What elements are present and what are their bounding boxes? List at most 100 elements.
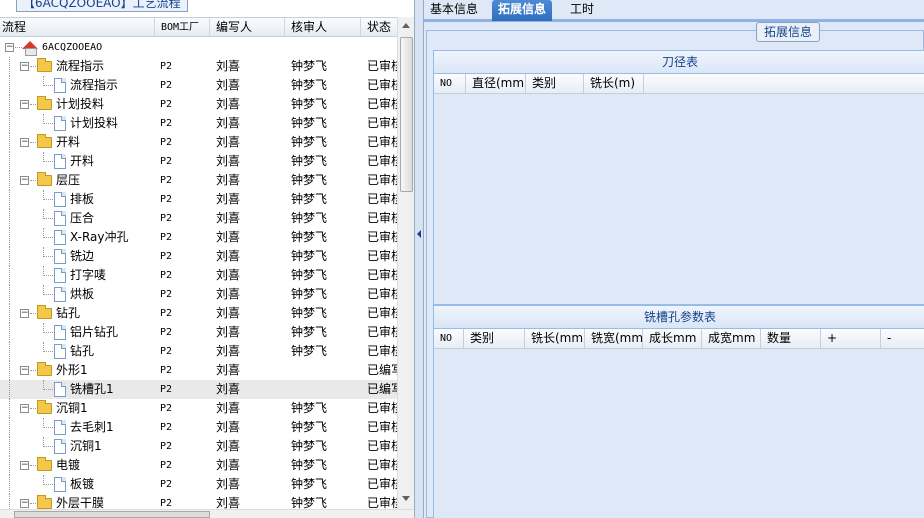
author-cell: 刘喜 [216,192,241,206]
tree-step-row[interactable]: 铣边 P2 刘喜 钟梦飞 已审核 [0,247,397,266]
tree-step-row[interactable]: 去毛刺1 P2 刘喜 钟梦飞 已审核 [0,418,397,437]
tree-node-label[interactable]: 铝片钻孔 [54,323,118,342]
collapse-icon[interactable]: − [20,100,29,109]
tree-node-label[interactable]: 板镀 [54,475,94,494]
slot-col-no[interactable]: NO [434,329,464,348]
tree-step-row[interactable]: X-Ray冲孔 P2 刘喜 钟梦飞 已审核 [0,228,397,247]
reviewer-cell: 钟梦飞 [291,420,328,434]
collapse-icon[interactable]: − [20,176,29,185]
tree-node-label[interactable]: 外形1 [37,361,88,380]
scroll-down-arrow-icon[interactable] [402,496,410,501]
reviewer-cell: 钟梦飞 [291,496,328,510]
col-header-author[interactable]: 编写人 [210,18,285,37]
slot-col-finish-length[interactable]: 成长mm [643,329,702,348]
collapse-icon[interactable]: − [20,62,29,71]
tree-node-label[interactable]: 计划投料 [37,95,104,114]
tree-step-row[interactable]: 铝片钻孔 P2 刘喜 钟梦飞 已审核 [0,323,397,342]
tree-node-label[interactable]: 钻孔 [37,304,80,323]
tree-step-row[interactable]: 钻孔 P2 刘喜 钟梦飞 已审核 [0,342,397,361]
col-header-status[interactable]: 状态 [361,18,397,37]
tree-step-row[interactable]: 计划投料 P2 刘喜 钟梦飞 已审核 [0,114,397,133]
author-cell: 刘喜 [216,249,241,263]
tab-basic-info[interactable]: 基本信息 [424,0,484,21]
slot-col-quantity[interactable]: 数量 [761,329,821,348]
collapse-icon[interactable]: − [20,366,29,375]
reviewer-cell: 钟梦飞 [291,78,328,92]
scroll-thumb[interactable] [400,37,413,192]
slot-col-category[interactable]: 类别 [464,329,525,348]
tree-node-label[interactable]: 开料 [54,152,94,171]
author-cell: 刘喜 [216,458,241,472]
tab-extended-info[interactable]: 拓展信息 [492,0,553,21]
tree-node-label[interactable]: X-Ray冲孔 [54,228,128,247]
tree-node-label[interactable]: 烘板 [54,285,94,304]
slot-col-finish-width[interactable]: 成宽mm [702,329,761,348]
pane-splitter[interactable] [415,0,424,518]
tree-node-label[interactable]: 去毛刺1 [54,418,114,437]
document-icon [54,344,66,359]
slot-col-mill-width[interactable]: 铣宽(mm) [585,329,643,348]
tree-folder-row[interactable]: − 外层干膜 P2 刘喜 钟梦飞 已审核 [0,494,397,510]
tree-node-label[interactable]: 外层干膜 [37,494,104,510]
collapse-icon[interactable]: − [20,499,29,508]
tree-node-label[interactable]: 层压 [37,171,80,190]
tree-node-label[interactable]: 沉铜1 [54,437,102,456]
tree-folder-row[interactable]: − 钻孔 P2 刘喜 钟梦飞 已审核 [0,304,397,323]
collapse-icon[interactable]: − [20,404,29,413]
tree-step-row[interactable]: 打字唛 P2 刘喜 钟梦飞 已审核 [0,266,397,285]
tree-node-label[interactable]: 流程指示 [37,57,104,76]
tree-folder-row[interactable]: − 开料 P2 刘喜 钟梦飞 已审核 [0,133,397,152]
tree-node-label[interactable]: 铣槽孔1 [54,380,114,399]
tree-step-row[interactable]: 开料 P2 刘喜 钟梦飞 已审核 [0,152,397,171]
tool-col-diameter[interactable]: 直径(mm) [466,74,526,93]
slot-remove-button[interactable]: - [881,329,924,348]
tree-root-row[interactable]: − 6ACQZOOEAO [0,38,397,57]
tree-node-label[interactable]: 沉铜1 [37,399,88,418]
tree-node-label[interactable]: 钻孔 [54,342,94,361]
tree-step-row[interactable]: 板镀 P2 刘喜 钟梦飞 已审核 [0,475,397,494]
status-cell: 已审核 [367,439,397,453]
tree-step-row[interactable]: 流程指示 P2 刘喜 钟梦飞 已审核 [0,76,397,95]
tool-col-category[interactable]: 类别 [526,74,584,93]
bom-cell: P2 [160,194,173,205]
tree-folder-row[interactable]: − 计划投料 P2 刘喜 钟梦飞 已审核 [0,95,397,114]
tree-horizontal-scrollbar[interactable] [0,509,414,518]
tree-folder-row[interactable]: − 流程指示 P2 刘喜 钟梦飞 已审核 [0,57,397,76]
tree-folder-row[interactable]: − 电镀 P2 刘喜 钟梦飞 已审核 [0,456,397,475]
tree-step-row[interactable]: 铣槽孔1 P2 刘喜 已编写 [0,380,397,399]
collapse-left-arrow-icon[interactable] [417,230,421,238]
tree-node-label[interactable]: 计划投料 [54,114,118,133]
collapse-icon[interactable]: − [5,43,14,52]
tree-node-label[interactable]: 铣边 [54,247,94,266]
tree-vertical-scrollbar[interactable] [397,17,414,509]
tab-work-hours[interactable]: 工时 [564,0,600,21]
tree-folder-row[interactable]: − 沉铜1 P2 刘喜 钟梦飞 已审核 [0,399,397,418]
col-header-reviewer[interactable]: 核审人 [285,18,361,37]
tree-step-row[interactable]: 排板 P2 刘喜 钟梦飞 已审核 [0,190,397,209]
collapse-icon[interactable]: − [20,309,29,318]
col-header-flow[interactable]: 流程 [0,18,155,37]
slot-add-button[interactable]: + [821,329,881,348]
tree-node-text: 计划投料 [56,97,105,111]
tree-folder-row[interactable]: − 外形1 P2 刘喜 已编写 [0,361,397,380]
tree-node-label[interactable]: 压合 [54,209,94,228]
tree-node-label[interactable]: 打字唛 [54,266,106,285]
tool-col-mill-length[interactable]: 铣长(m) [584,74,644,93]
tree-node-label[interactable]: 电镀 [37,456,80,475]
scroll-up-arrow-icon[interactable] [402,23,410,28]
tree-folder-row[interactable]: − 层压 P2 刘喜 钟梦飞 已审核 [0,171,397,190]
collapse-icon[interactable]: − [20,461,29,470]
tree-step-row[interactable]: 沉铜1 P2 刘喜 钟梦飞 已审核 [0,437,397,456]
tree-node-label[interactable]: 流程指示 [54,76,118,95]
horizontal-scroll-thumb[interactable] [14,511,210,518]
status-cell: 已审核 [367,230,397,244]
tree-root-node[interactable]: 6ACQZOOEAO [22,38,102,57]
tree-node-label[interactable]: 开料 [37,133,80,152]
slot-col-mill-length[interactable]: 铣长(mm) [525,329,585,348]
tree-step-row[interactable]: 压合 P2 刘喜 钟梦飞 已审核 [0,209,397,228]
collapse-icon[interactable]: − [20,138,29,147]
tree-node-label[interactable]: 排板 [54,190,94,209]
tool-col-no[interactable]: NO [434,74,466,93]
tree-step-row[interactable]: 烘板 P2 刘喜 钟梦飞 已审核 [0,285,397,304]
col-header-bom[interactable]: BOM工厂 [155,18,210,37]
